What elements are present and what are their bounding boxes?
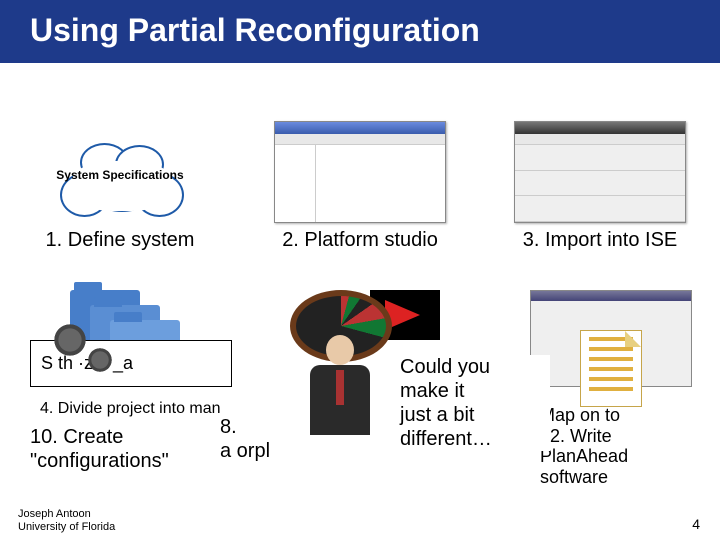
gear-icon — [85, 345, 115, 375]
cell-define-system: System Specifications — [0, 83, 240, 223]
right-overlap-text: Map on to 12. Write PlanAhead software — [540, 405, 628, 488]
footer-affil: University of Florida — [18, 521, 115, 534]
footer: Joseph Antoon University of Florida — [18, 508, 115, 534]
platform-studio-window-icon — [274, 121, 446, 223]
speech-bubble-text: Could you make it just a bit different… — [400, 355, 550, 451]
cloud-icon: System Specifications — [50, 143, 190, 223]
caption-2: 2. Platform studio — [240, 223, 480, 253]
slide-number: 4 — [692, 516, 700, 532]
caption-3: 3. Import into ISE — [480, 223, 720, 253]
step-8-text: 8. a orpl — [220, 415, 270, 463]
document-icon — [580, 330, 642, 407]
gear-icon — [50, 320, 90, 360]
cloud-label: System Specifications — [50, 168, 190, 182]
footer-name: Joseph Antoon — [18, 508, 115, 521]
slide-title: Using Partial Reconfiguration — [0, 0, 720, 63]
businessman-icon — [300, 335, 380, 445]
caption-1: 1. Define system — [0, 223, 240, 253]
ise-window-icon — [514, 121, 686, 223]
step-4-text: 4. Divide project into man — [40, 400, 221, 418]
step-10-text: 10. Create "configurations" — [30, 425, 169, 473]
overlap-region: S th ·ze! _a 4. Divide project into man … — [0, 290, 720, 540]
cell-platform-studio — [240, 83, 480, 223]
cell-import-ise — [480, 83, 720, 223]
top-grid: System Specifications 1. Define system 2… — [0, 83, 720, 253]
